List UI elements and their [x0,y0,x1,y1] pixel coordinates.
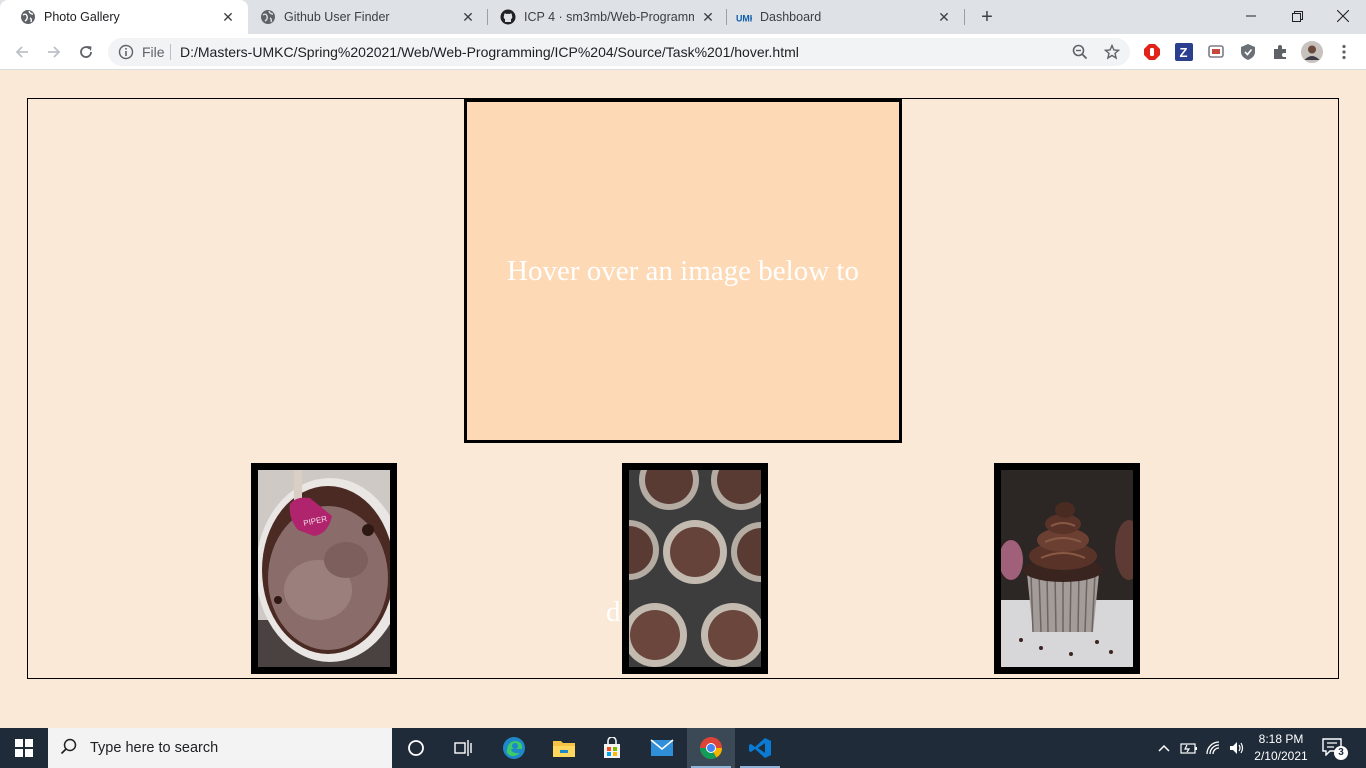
volume-icon[interactable] [1226,728,1248,768]
bookmark-star-icon[interactable] [1102,42,1122,62]
info-icon[interactable] [118,44,134,60]
back-button[interactable] [8,38,36,66]
tab-strip: Photo Gallery ✕ Github User Finder ✕ ICP… [0,0,1366,34]
tab-title: Photo Gallery [44,10,120,24]
taskbar-search-box[interactable]: Type here to search [48,728,392,768]
edge-icon[interactable] [490,728,538,768]
tab-title: Github User Finder [284,10,390,24]
restore-button[interactable] [1274,0,1320,32]
close-tab-icon[interactable]: ✕ [700,9,716,25]
mail-icon[interactable] [638,728,686,768]
minimize-button[interactable] [1228,0,1274,32]
adblock-icon[interactable] [1142,42,1162,62]
close-tab-icon[interactable]: ✕ [220,9,236,25]
tab-photo-gallery[interactable]: Photo Gallery ✕ [0,0,248,34]
clock-date: 2/10/2021 [1254,749,1308,763]
globe-icon [20,9,36,25]
url-text[interactable]: D:/Masters-UMKC/Spring%202021/Web/Web-Pr… [180,44,799,60]
thumbnail-batter-bowl[interactable]: PIPER [251,463,397,674]
close-tab-icon[interactable]: ✕ [936,9,952,25]
show-hidden-icons-chevron[interactable] [1155,728,1173,768]
cast-icon[interactable] [1206,42,1226,62]
frosted-cupcake-image [1001,470,1133,667]
menu-icon[interactable] [1334,42,1354,62]
scheme-label: File [142,44,165,60]
chrome-icon[interactable] [687,728,735,768]
vscode-icon[interactable] [736,728,784,768]
shield-icon[interactable] [1238,42,1258,62]
tab-divider [964,9,965,25]
svg-text:UMKC: UMKC [736,13,752,23]
profile-avatar[interactable] [1301,41,1323,63]
tab-title: Dashboard [760,10,822,24]
task-view-icon[interactable] [440,728,488,768]
forward-button[interactable] [40,38,68,66]
new-tab-button[interactable]: + [975,5,999,29]
close-tab-icon[interactable]: ✕ [460,9,476,25]
umkc-icon: UMKC [736,9,752,25]
zoom-z-icon[interactable]: Z [1174,42,1194,62]
store-icon[interactable] [588,728,636,768]
puzzle-icon[interactable] [1270,42,1290,62]
action-center-button[interactable]: 3 [1322,738,1348,760]
tab-icp4-github[interactable]: ICP 4 · sm3mb/Web-Programmin ✕ [480,0,728,34]
system-clock[interactable]: 8:18 PM 2/10/2021 [1248,731,1314,765]
network-icon[interactable] [1203,728,1225,768]
battery-icon[interactable] [1178,728,1200,768]
search-icon [60,738,78,759]
tab-title: ICP 4 · sm3mb/Web-Programmin [524,10,694,24]
page-content: Hover over an image below to d PIPER [0,71,1366,728]
zoom-icon[interactable] [1070,42,1090,62]
tab-github-user-finder[interactable]: Github User Finder ✕ [240,0,488,34]
display-caption: Hover over an image below to [507,254,859,287]
globe-icon [260,9,276,25]
address-bar[interactable]: File D:/Masters-UMKC/Spring%202021/Web/W… [108,38,1130,66]
tab-dashboard[interactable]: UMKC Dashboard ✕ [716,0,964,34]
batter-bowl-image: PIPER [258,470,390,667]
github-icon [500,9,516,25]
windows-start-button[interactable] [0,728,48,768]
cupcake-tin-image [629,470,761,667]
reload-button[interactable] [72,38,100,66]
overflow-caption-fragment: d [606,596,621,628]
notification-count-badge: 3 [1334,746,1348,760]
gallery-frame: Hover over an image below to d PIPER [27,98,1339,679]
address-divider [170,44,171,60]
thumbnail-frosted-cupcake[interactable] [994,463,1140,674]
svg-text:Z: Z [1180,45,1188,60]
image-display-box: Hover over an image below to [464,99,902,443]
close-window-button[interactable] [1320,0,1366,32]
clock-time: 8:18 PM [1258,732,1304,746]
windows-taskbar: Type here to search 8:18 PM 2/10/2021 3 [0,728,1366,768]
file-explorer-icon[interactable] [540,728,588,768]
search-placeholder: Type here to search [90,740,219,756]
cortana-icon[interactable] [392,728,440,768]
browser-toolbar: File D:/Masters-UMKC/Spring%202021/Web/W… [0,34,1366,70]
thumbnail-cupcake-tin[interactable] [622,463,768,674]
